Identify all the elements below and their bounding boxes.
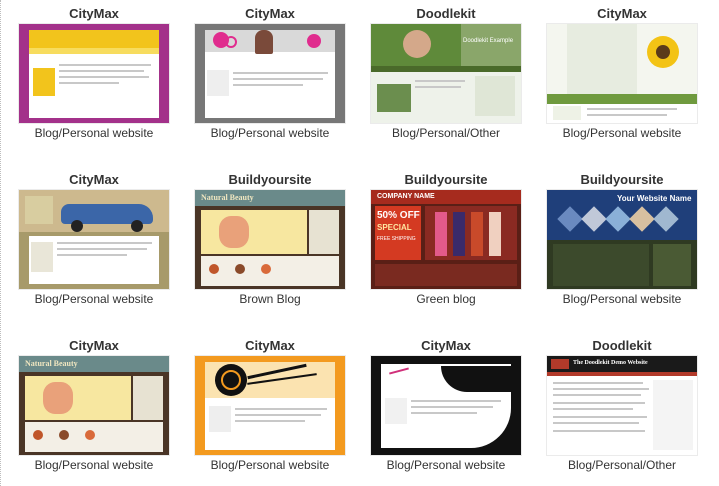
template-card[interactable]: Buildyoursite Natural Beauty Brown Blog — [182, 166, 358, 307]
template-provider: Buildyoursite — [228, 172, 312, 187]
thumb-sale-word: SPECIAL — [377, 223, 412, 232]
template-thumbnail[interactable] — [195, 356, 345, 455]
template-caption[interactable]: Blog/Personal website — [182, 457, 358, 473]
template-caption[interactable]: Blog/Personal website — [6, 291, 182, 307]
template-provider: CityMax — [421, 338, 471, 353]
template-thumbnail[interactable]: COMPANY NAME 50% OFF SPECIAL FREE SHIPPI… — [371, 190, 521, 289]
template-card[interactable]: Doodlekit Doodlekit Example Blog/Persona… — [358, 0, 534, 141]
template-card[interactable]: CityMax Blog/Personal website — [6, 166, 182, 307]
template-provider: Buildyoursite — [580, 172, 664, 187]
template-card[interactable]: CityMax Blog/Personal website — [182, 332, 358, 473]
template-provider: CityMax — [597, 6, 647, 21]
template-thumbnail[interactable] — [19, 190, 169, 289]
template-thumbnail[interactable]: Your Website Name — [547, 190, 697, 289]
template-provider: CityMax — [245, 6, 295, 21]
template-card[interactable]: CityMax Blog/Personal website — [182, 0, 358, 141]
thumb-site-title: Doodlekit Example — [463, 38, 514, 44]
template-thumbnail[interactable]: Natural Beauty — [19, 356, 169, 455]
template-card[interactable]: Doodlekit The Doodlekit Demo Website Blo… — [534, 332, 710, 473]
template-provider: CityMax — [69, 6, 119, 21]
thumb-site-title: The Doodlekit Demo Website — [573, 360, 648, 366]
thumb-site-title: Natural Beauty — [25, 359, 78, 368]
template-thumbnail[interactable]: Natural Beauty — [195, 190, 345, 289]
template-card[interactable]: Buildyoursite Your Website Name Blog/Per… — [534, 166, 710, 307]
template-thumbnail[interactable] — [371, 356, 521, 455]
template-caption[interactable]: Brown Blog — [182, 291, 358, 307]
template-provider: CityMax — [69, 338, 119, 353]
template-thumbnail[interactable] — [547, 24, 697, 123]
template-card[interactable]: Buildyoursite COMPANY NAME 50% OFF SPECI… — [358, 166, 534, 307]
template-thumbnail[interactable]: The Doodlekit Demo Website — [547, 356, 697, 455]
template-caption[interactable]: Blog/Personal website — [358, 457, 534, 473]
template-card[interactable]: CityMax Blog/Personal website — [6, 0, 182, 141]
template-caption[interactable]: Blog/Personal website — [6, 457, 182, 473]
template-card[interactable]: CityMax Blog/Personal website — [534, 0, 710, 141]
template-caption[interactable]: Blog/Personal website — [534, 291, 710, 307]
template-thumbnail[interactable]: Doodlekit Example — [371, 24, 521, 123]
thumb-website-name: Your Website Name — [617, 194, 692, 203]
template-thumbnail[interactable] — [19, 24, 169, 123]
thumb-free-shipping: FREE SHIPPING — [377, 236, 416, 242]
template-card[interactable]: CityMax Blog/Personal website — [358, 332, 534, 473]
template-card[interactable]: CityMax Natural Beauty Blog/Personal web… — [6, 332, 182, 473]
template-provider: CityMax — [245, 338, 295, 353]
template-caption[interactable]: Blog/Personal/Other — [534, 457, 710, 473]
thumb-sale-pct: 50% OFF — [377, 210, 420, 221]
template-thumbnail[interactable] — [195, 24, 345, 123]
template-caption[interactable]: Blog/Personal website — [534, 125, 710, 141]
thumb-company-name: COMPANY NAME — [377, 193, 435, 200]
template-caption[interactable]: Blog/Personal website — [6, 125, 182, 141]
template-provider: Doodlekit — [416, 6, 476, 21]
template-caption[interactable]: Blog/Personal website — [182, 125, 358, 141]
template-caption[interactable]: Blog/Personal/Other — [358, 125, 534, 141]
template-caption[interactable]: Green blog — [358, 291, 534, 307]
template-provider: CityMax — [69, 172, 119, 187]
template-grid: CityMax Blog/Personal website CityMax Bl… — [2, 0, 719, 486]
template-provider: Buildyoursite — [404, 172, 488, 187]
template-provider: Doodlekit — [592, 338, 652, 353]
thumb-site-title: Natural Beauty — [201, 193, 254, 202]
